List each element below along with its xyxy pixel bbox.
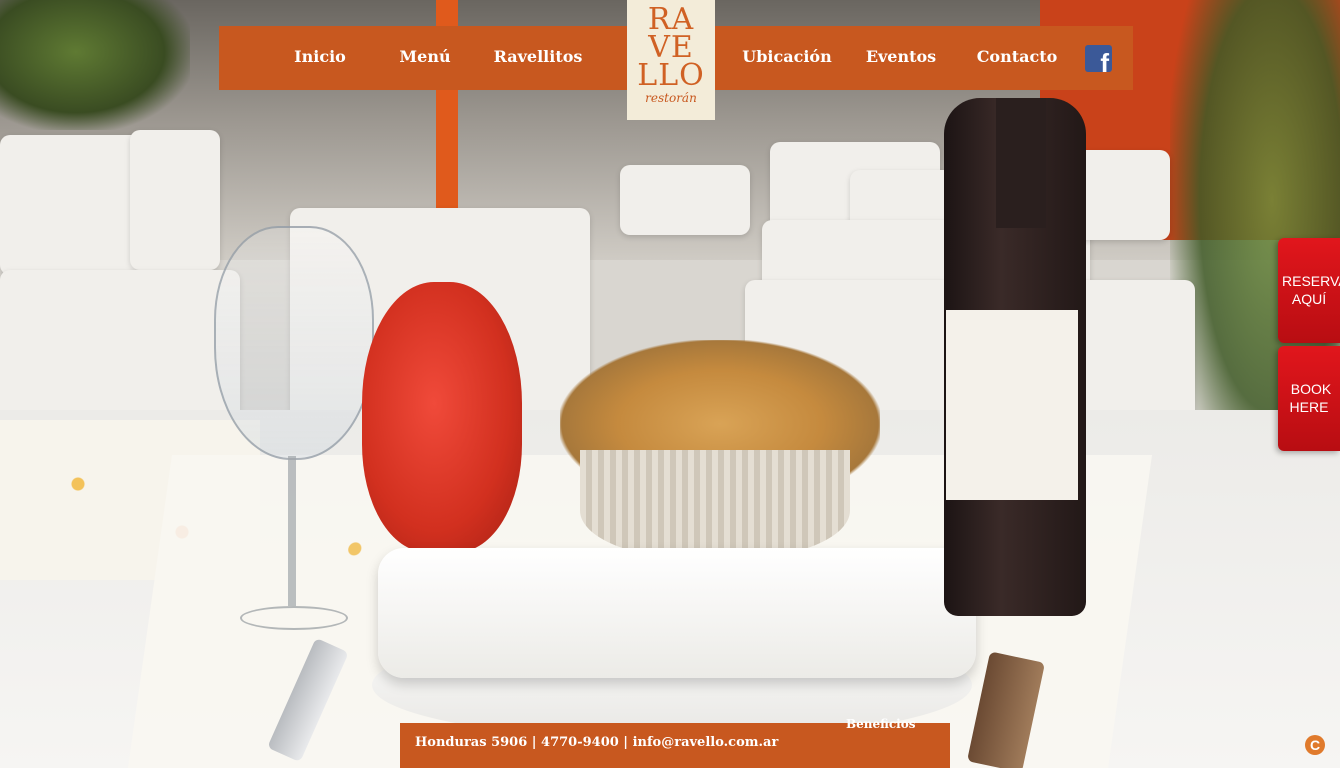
nav-link-ubicacion[interactable]: Ubicación: [741, 26, 833, 90]
reserve-es-line-1: RESERVA: [1282, 273, 1340, 289]
nav-link-contacto[interactable]: Contacto: [973, 26, 1061, 90]
reserve-en-line-2: HERE: [1289, 399, 1329, 415]
logo-text-line-1: RA: [647, 2, 695, 37]
reserve-es-line-2: AQUÍ: [1291, 291, 1327, 307]
chat-widget-icon[interactable]: C: [1305, 735, 1325, 755]
book-here-button-en[interactable]: BOOK HERE: [1278, 346, 1340, 451]
nav-link-inicio[interactable]: Inicio: [287, 26, 353, 90]
logo-subtitle: restorán: [645, 91, 697, 105]
logo-text-line-3: LLO: [637, 58, 705, 93]
reserve-en-line-1: BOOK: [1290, 381, 1332, 397]
facebook-icon[interactable]: f: [1085, 45, 1112, 72]
footer-contact-bar: Honduras 5906 | 4770-9400 | info@ravello…: [400, 717, 950, 768]
reserve-here-button-es[interactable]: RESERVA AQUÍ: [1278, 238, 1340, 343]
nav-link-menu[interactable]: Menú: [397, 26, 453, 90]
ravello-logo[interactable]: RA VE LLO restorán: [627, 0, 715, 120]
footer-contact-info: Honduras 5906 | 4770-9400 | info@ravello…: [415, 735, 779, 750]
nav-link-eventos[interactable]: Eventos: [865, 26, 937, 90]
beneficios-link[interactable]: Beneficios: [846, 717, 916, 731]
nav-link-ravellitos[interactable]: Ravellitos: [493, 26, 583, 90]
